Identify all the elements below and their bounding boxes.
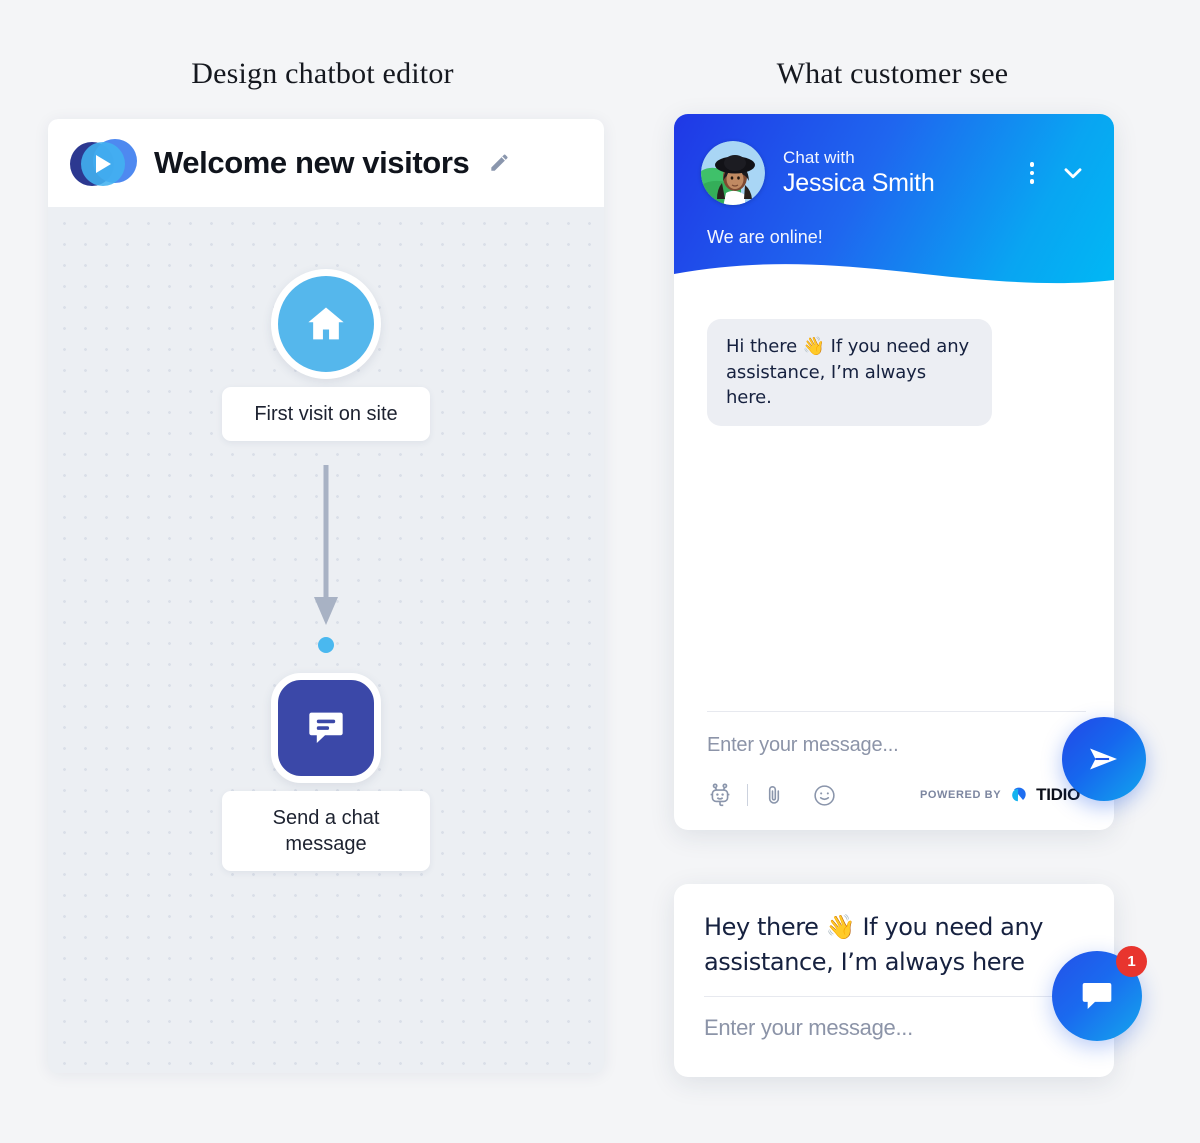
header-wave-divider — [674, 264, 1114, 298]
toolbar-divider — [747, 784, 748, 806]
teaser-divider — [704, 995, 1084, 997]
chatbot-editor-card: Welcome new visitors First visit on site — [48, 119, 604, 1073]
right-column-heading: What customer see — [776, 57, 1009, 90]
input-divider — [707, 711, 1086, 712]
agent-name: Jessica Smith — [783, 169, 935, 197]
chat-input-area: Enter your message... POWERED BY TIDIO — [674, 711, 1114, 830]
teaser-message-line2: assistance, I’m always here — [704, 947, 1025, 976]
chat-teaser-card[interactable]: Hey there 👋 If you need any assistance, … — [674, 884, 1114, 1077]
chat-input-toolbar: POWERED BY TIDIO — [707, 782, 1086, 808]
flow-connector-arrow — [311, 465, 341, 632]
open-chat-button[interactable]: 1 — [1052, 946, 1147, 1041]
tidio-play-logo-icon — [70, 137, 142, 189]
more-vertical-icon[interactable] — [1029, 162, 1034, 184]
teaser-message: Hey there 👋 If you need any assistance, … — [704, 910, 1084, 980]
powered-by-label: POWERED BY — [919, 789, 1002, 801]
action-node-label-line2: message — [285, 833, 367, 855]
chevron-down-icon[interactable] — [1060, 160, 1086, 186]
page-root: Design chatbot editor What customer see … — [0, 0, 1200, 1143]
chat-message-icon — [309, 712, 343, 743]
flow-node-action[interactable]: Send a chat message — [48, 673, 604, 871]
agent-identity: Chat with Jessica Smith — [783, 148, 1030, 198]
agent-message-bubble: Hi there 👋 If you need any assistance, I… — [707, 319, 992, 426]
flow-node-trigger[interactable]: First visit on site — [48, 269, 604, 441]
action-node-label[interactable]: Send a chat message — [222, 791, 430, 871]
agent-avatar — [701, 141, 765, 205]
chat-message-list: Hi there 👋 If you need any assistance, I… — [674, 297, 1114, 697]
chat-widget: Chat with Jessica Smith We are online! H… — [674, 114, 1114, 830]
action-node-square[interactable] — [271, 673, 381, 783]
chat-with-label: Chat with — [783, 148, 855, 167]
flow-canvas[interactable]: First visit on site Send a chat message — [48, 207, 604, 1073]
editor-toolbar: Welcome new visitors — [48, 119, 604, 207]
chat-message-input[interactable]: Enter your message... — [707, 734, 1086, 757]
online-status-text: We are online! — [707, 227, 823, 247]
flow-connector-dot[interactable] — [318, 637, 334, 653]
trigger-node-label[interactable]: First visit on site — [222, 387, 430, 441]
teaser-message-line1: Hey there 👋 If you need any — [704, 913, 1044, 941]
chat-widget-header: Chat with Jessica Smith We are online! — [674, 114, 1114, 298]
emoji-smiley-icon[interactable] — [812, 783, 837, 808]
attachment-paperclip-icon[interactable] — [762, 783, 786, 807]
powered-by-badge: POWERED BY TIDIO — [920, 785, 1086, 806]
tidio-drop-logo-icon — [1012, 787, 1026, 801]
teaser-message-input[interactable]: Enter your message... — [704, 1015, 1084, 1041]
action-node-label-line1: Send a chat — [272, 807, 380, 829]
pencil-edit-icon[interactable] — [487, 150, 513, 176]
flow-title: Welcome new visitors — [154, 145, 470, 180]
home-icon — [308, 307, 344, 340]
bot-icon[interactable] — [707, 782, 733, 808]
chat-bubble-icon — [1082, 983, 1112, 1009]
unread-badge: 1 — [1116, 946, 1147, 977]
left-column-heading: Design chatbot editor — [191, 57, 454, 90]
send-message-button[interactable] — [1062, 717, 1146, 801]
send-paper-plane-icon — [1090, 748, 1117, 770]
trigger-node-circle[interactable] — [271, 269, 381, 379]
